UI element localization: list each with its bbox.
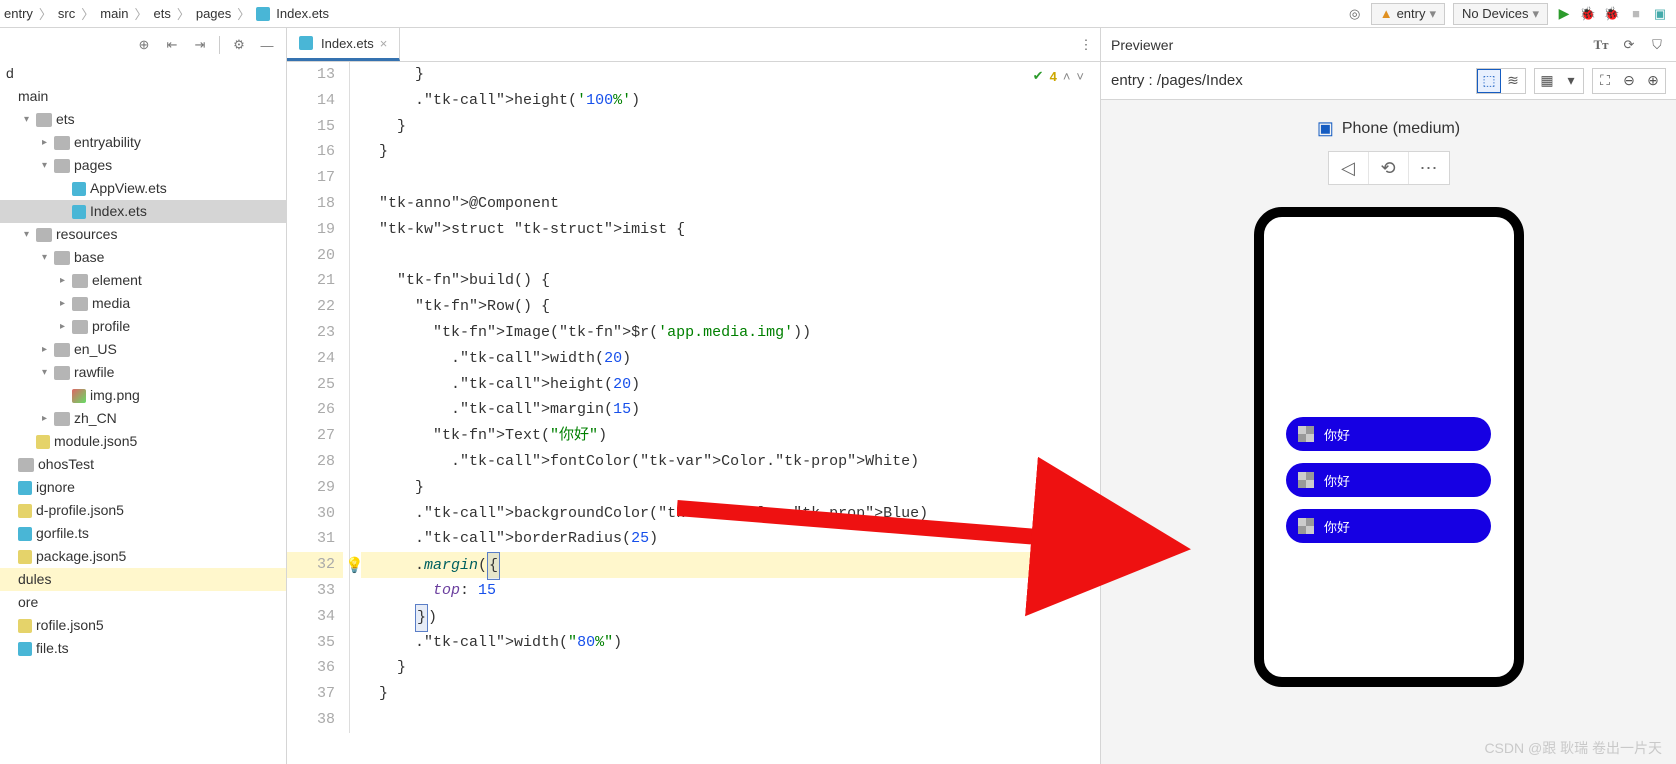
file-icon [72, 182, 86, 196]
tree-row[interactable]: ▸zh_CN [0, 407, 286, 430]
watermark: CSDN @跟 耿瑞 卷出一片天 [1484, 738, 1662, 758]
tree-row[interactable]: ▸en_US [0, 338, 286, 361]
preview-pill: 你好 [1286, 509, 1491, 543]
folder-icon [72, 297, 88, 311]
folder-icon [54, 251, 70, 265]
folder-icon [18, 458, 34, 472]
tt-icon[interactable]: Tт [1592, 37, 1610, 53]
tree-row[interactable]: file.ts [0, 637, 286, 660]
rotate-icon[interactable]: ⟲ [1369, 152, 1409, 184]
device-manager-icon[interactable]: ▣ [1652, 6, 1668, 22]
folder-icon [36, 228, 52, 242]
editor-tab[interactable]: Index.ets × [287, 28, 400, 61]
preview-pill: 你好 [1286, 417, 1491, 451]
device-toolbar: ◁ ⟲ ⋯ [1328, 151, 1450, 185]
breadcrumb-item[interactable]: Index.ets [276, 6, 329, 21]
project-toolbar: ⊕ ⇤ ⇥ ⚙ — [0, 28, 286, 62]
file-icon [18, 642, 32, 656]
tree-row[interactable]: ▾ets [0, 108, 286, 131]
tree-row[interactable]: package.json5 [0, 545, 286, 568]
zoom-controls[interactable]: ⛶⊖⊕ [1592, 68, 1666, 94]
minimize-icon[interactable]: — [258, 36, 276, 54]
tree-row[interactable]: rofile.json5 [0, 614, 286, 637]
refresh-icon[interactable]: ⟳ [1620, 37, 1638, 53]
json-icon [18, 504, 32, 518]
tree-row[interactable]: dules [0, 568, 286, 591]
json-icon [18, 619, 32, 633]
folder-icon [54, 136, 70, 150]
coverage-icon[interactable]: 🐞 [1604, 6, 1620, 22]
file-icon [18, 527, 32, 541]
tree-row[interactable]: AppView.ets [0, 177, 286, 200]
view-mode[interactable]: ▦▾ [1534, 68, 1584, 94]
tree-row[interactable]: ▾pages [0, 154, 286, 177]
locate-icon[interactable]: ◎ [1347, 6, 1363, 22]
tree-row[interactable]: ▸profile [0, 315, 286, 338]
preview-path: entry : /pages/Index [1111, 72, 1243, 89]
more-icon[interactable]: ⋯ [1409, 152, 1449, 184]
tree-row[interactable]: gorfile.ts [0, 522, 286, 545]
breadcrumb-item[interactable]: ets [153, 6, 170, 21]
tree-row[interactable]: ▸element [0, 269, 286, 292]
image-icon [72, 389, 86, 403]
target-icon[interactable]: ⊕ [135, 36, 153, 54]
code-editor[interactable]: } ."tk-call">height('100%') } } "tk-anno… [361, 62, 1100, 764]
intention-bulb-icon[interactable]: 💡 [345, 556, 364, 575]
tree-row[interactable]: ▾base [0, 246, 286, 269]
json-icon [36, 435, 50, 449]
folder-icon [54, 159, 70, 173]
file-icon [72, 205, 86, 219]
stop-icon[interactable]: ■ [1628, 6, 1644, 22]
tree-row[interactable]: ▸entryability [0, 131, 286, 154]
breadcrumb-item[interactable]: main [100, 6, 128, 21]
folder-icon [54, 366, 70, 380]
file-icon [299, 36, 313, 50]
breadcrumb: entry〉 src〉 main〉 ets〉 pages〉 Index.ets [0, 4, 329, 23]
folder-icon [72, 274, 88, 288]
tree-row[interactable]: d-profile.json5 [0, 499, 286, 522]
breadcrumb-item[interactable]: entry [4, 6, 33, 21]
breadcrumb-item[interactable]: src [58, 6, 75, 21]
tree-row[interactable]: main [0, 85, 286, 108]
tree-row[interactable]: module.json5 [0, 430, 286, 453]
device-frame: 你好 你好 你好 [1254, 207, 1524, 687]
folder-icon [54, 412, 70, 426]
expand-icon[interactable]: ⇥ [191, 36, 209, 54]
debug-icon[interactable]: 🐞 [1580, 6, 1596, 22]
back-icon[interactable]: ◁ [1329, 152, 1369, 184]
tree-row[interactable]: ▸media [0, 292, 286, 315]
preview-pill: 你好 [1286, 463, 1491, 497]
tree-row[interactable]: Index.ets [0, 200, 286, 223]
inspect-toggle[interactable]: ⬚≋ [1476, 68, 1526, 94]
device-selector[interactable]: No Devices▾ [1453, 3, 1548, 25]
collapse-icon[interactable]: ⇤ [163, 36, 181, 54]
editor-tab-label: Index.ets [321, 36, 374, 51]
device-icon: ▣ [1317, 118, 1334, 139]
device-label: ▣ Phone (medium) [1317, 118, 1460, 139]
folder-icon [36, 113, 52, 127]
gear-icon[interactable]: ⚙ [230, 36, 248, 54]
close-icon[interactable]: × [380, 36, 388, 51]
tabs-more-icon[interactable]: ⋮ [1072, 28, 1100, 61]
run-icon[interactable]: ▶ [1556, 6, 1572, 22]
tree-row[interactable]: img.png [0, 384, 286, 407]
json-icon [18, 550, 32, 564]
tree-row[interactable]: ▾rawfile [0, 361, 286, 384]
file-icon [18, 481, 32, 495]
breadcrumb-item[interactable]: pages [196, 6, 231, 21]
tree-row[interactable]: ohosTest [0, 453, 286, 476]
tree-row[interactable]: ▾resources [0, 223, 286, 246]
folder-icon [54, 343, 70, 357]
settings-icon[interactable]: ⛉ [1648, 37, 1666, 53]
folder-icon [72, 320, 88, 334]
module-selector[interactable]: ▲entry▾ [1371, 3, 1445, 25]
tree-row[interactable]: ore [0, 591, 286, 614]
previewer-title: Previewer [1111, 37, 1173, 53]
file-icon [256, 7, 270, 21]
tree-row[interactable]: ignore [0, 476, 286, 499]
